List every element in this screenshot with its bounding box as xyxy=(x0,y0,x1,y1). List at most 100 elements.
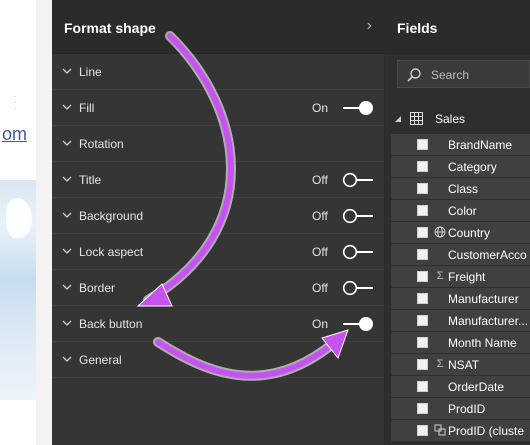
chevron-down-icon[interactable] xyxy=(62,102,72,112)
section-label: Background xyxy=(79,209,144,223)
cluster-icon xyxy=(434,424,446,437)
field-checkbox[interactable] xyxy=(417,183,428,194)
expand-triangle-icon[interactable] xyxy=(394,115,402,123)
toggle-state-text: Off xyxy=(312,173,328,187)
field-checkbox[interactable] xyxy=(417,293,428,304)
field-checkbox[interactable] xyxy=(417,403,428,414)
collapse-chevron-icon[interactable]: › xyxy=(367,17,372,35)
field-checkbox[interactable] xyxy=(417,337,428,348)
section-fill[interactable]: Fill On xyxy=(52,90,384,126)
report-canvas: ... om xyxy=(0,0,52,445)
section-border[interactable]: Border Off xyxy=(52,270,384,306)
section-rotation[interactable]: Rotation xyxy=(52,126,384,162)
field-row[interactable]: Month Name xyxy=(391,332,530,354)
field-checkbox[interactable] xyxy=(417,381,428,392)
section-label: Border xyxy=(79,281,116,295)
fields-header: Fields xyxy=(385,0,530,54)
chevron-down-icon[interactable] xyxy=(62,66,72,76)
field-row[interactable]: Manufacturer... xyxy=(391,310,530,332)
field-row[interactable]: ProdID xyxy=(391,398,530,420)
canvas-map-visual xyxy=(0,180,36,400)
field-name: ProdID xyxy=(448,402,486,416)
section-label: Back button xyxy=(79,317,143,331)
field-row[interactable]: ProdID (cluste xyxy=(391,420,530,442)
section-label: Line xyxy=(79,65,102,79)
field-row[interactable]: Class xyxy=(391,178,530,200)
fields-search-input[interactable]: Search xyxy=(397,60,530,88)
back-button-toggle[interactable] xyxy=(342,316,374,332)
field-name: Manufacturer xyxy=(448,292,519,306)
field-list: BrandName Category Class Color Country Custom… xyxy=(391,134,530,442)
field-name: BrandName xyxy=(448,138,513,152)
chevron-down-icon[interactable] xyxy=(62,246,72,256)
field-row[interactable]: BrandName xyxy=(391,134,530,156)
chevron-down-icon[interactable] xyxy=(62,138,72,148)
section-label: Fill xyxy=(79,101,95,115)
format-shape-header: Format shape › xyxy=(52,0,384,54)
title-toggle[interactable] xyxy=(342,172,374,188)
chevron-down-icon[interactable] xyxy=(62,282,72,292)
border-toggle[interactable] xyxy=(342,280,374,296)
field-name: OrderDate xyxy=(448,380,505,394)
section-label: Title xyxy=(79,173,102,187)
field-row[interactable]: Color xyxy=(391,200,530,222)
field-name: Color xyxy=(448,204,477,218)
field-checkbox[interactable] xyxy=(417,205,428,216)
field-row[interactable]: Country xyxy=(391,222,530,244)
chevron-down-icon[interactable] xyxy=(62,354,72,364)
field-row[interactable]: OrderDate xyxy=(391,376,530,398)
field-row[interactable]: Σ Freight xyxy=(391,266,530,288)
chevron-down-icon[interactable] xyxy=(62,210,72,220)
section-label: Lock aspect xyxy=(79,245,144,259)
section-title[interactable]: Title Off xyxy=(52,162,384,198)
canvas-edge xyxy=(36,0,52,445)
table-name: Sales xyxy=(435,112,466,126)
field-row[interactable]: Category xyxy=(391,156,530,178)
field-checkbox[interactable] xyxy=(417,271,428,282)
chevron-down-icon[interactable] xyxy=(62,174,72,184)
field-checkbox[interactable] xyxy=(417,425,428,436)
section-background[interactable]: Background Off xyxy=(52,198,384,234)
field-checkbox[interactable] xyxy=(417,227,428,238)
toggle-state-text: Off xyxy=(312,209,328,223)
field-name: Manufacturer... xyxy=(448,314,529,328)
toggle-state-text: Off xyxy=(312,281,328,295)
table-icon xyxy=(410,112,423,125)
field-checkbox[interactable] xyxy=(417,139,428,150)
lock-aspect-toggle[interactable] xyxy=(342,244,374,260)
background-toggle[interactable] xyxy=(342,208,374,224)
field-name: ProdID (cluste xyxy=(448,424,525,438)
field-checkbox[interactable] xyxy=(417,359,428,370)
globe-icon xyxy=(434,226,446,239)
field-name: Country xyxy=(448,226,491,240)
section-label: General xyxy=(79,353,122,367)
section-line[interactable]: Line xyxy=(52,54,384,90)
field-name: Category xyxy=(448,160,497,174)
field-name: Freight xyxy=(448,270,486,284)
format-shape-title: Format shape xyxy=(64,20,156,36)
field-row[interactable]: Manufacturer xyxy=(391,288,530,310)
format-sections: Line Fill On Rotation Title Off Background Off L… xyxy=(52,54,384,378)
table-node-sales[interactable]: Sales xyxy=(385,108,530,130)
section-lock-aspect[interactable]: Lock aspect Off xyxy=(52,234,384,270)
field-name: CustomerAcco xyxy=(448,248,527,262)
canvas-dots: ... xyxy=(14,90,17,111)
field-checkbox[interactable] xyxy=(417,315,428,326)
fields-panel: Fields Search Sales BrandName Category Cla… xyxy=(385,0,530,445)
fill-toggle[interactable] xyxy=(342,100,374,116)
section-back-button[interactable]: Back button On xyxy=(52,306,384,342)
toggle-state-text: Off xyxy=(312,245,328,259)
field-name: Month Name xyxy=(448,336,517,350)
field-checkbox[interactable] xyxy=(417,249,428,260)
search-placeholder: Search xyxy=(431,68,470,82)
toggle-state-text: On xyxy=(312,101,329,115)
canvas-link-fragment[interactable]: om xyxy=(2,124,27,145)
format-shape-panel: Format shape › Line Fill On Rotation Title Of… xyxy=(52,0,385,445)
field-row[interactable]: Σ NSAT xyxy=(391,354,530,376)
field-checkbox[interactable] xyxy=(417,161,428,172)
field-row[interactable]: CustomerAcco xyxy=(391,244,530,266)
fields-title: Fields xyxy=(397,20,438,36)
chevron-down-icon[interactable] xyxy=(62,318,72,328)
toggle-state-text: On xyxy=(312,317,329,331)
section-general[interactable]: General xyxy=(52,342,384,378)
